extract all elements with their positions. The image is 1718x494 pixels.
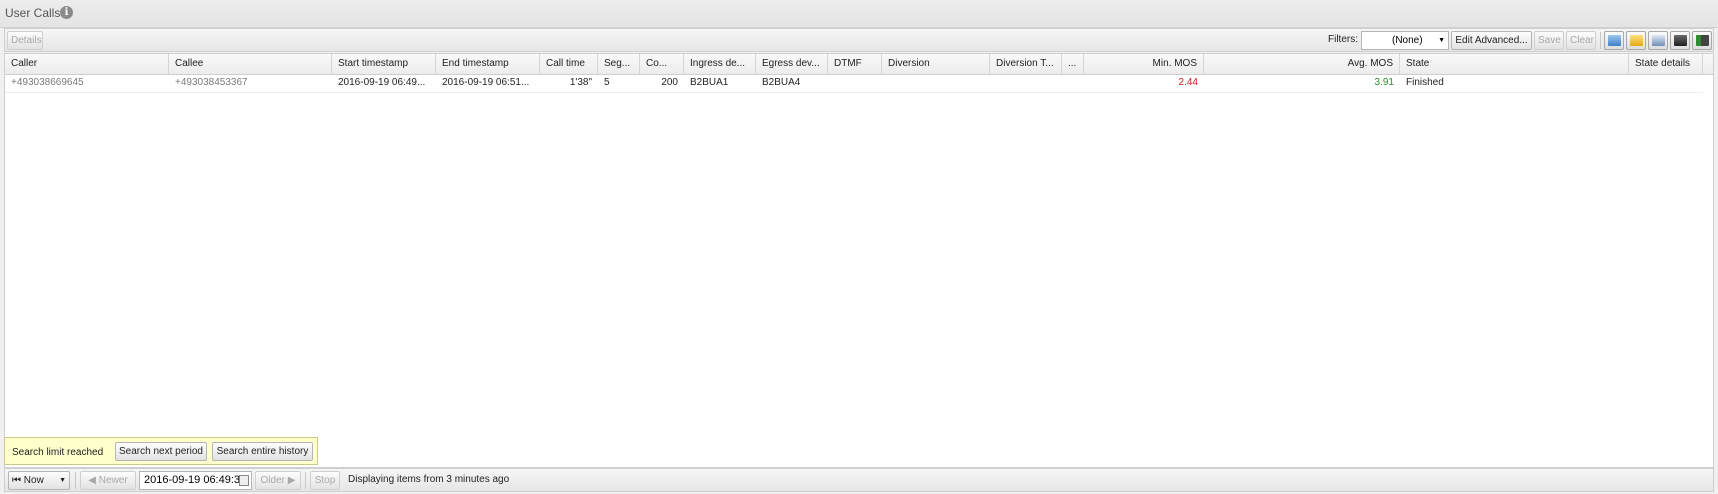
cell-extra [1062,74,1084,92]
grid-header: Caller Callee Start timestamp End timest… [5,54,1713,75]
paging-toolbar: ⏮ Now ▼ ◀ Newer 2016-09-19 06:49:30 Olde… [4,468,1714,492]
chevron-down-icon: ▼ [1438,37,1445,44]
panel-title: User Calls [5,6,61,20]
arrow-right-icon: ▶ [287,475,296,486]
filter-select-value: (None) [1392,35,1423,46]
toolbar-divider [1600,32,1601,49]
search-next-period-button[interactable]: Search next period [115,442,207,461]
open-folder-icon[interactable] [1626,31,1646,50]
panel-header: User Calls i [0,0,1718,28]
refresh-icon[interactable] [1604,31,1624,50]
cell-egress-device: B2BUA4 [762,77,801,88]
now-label: Now [23,475,44,486]
save-filter-button[interactable]: Save [1534,31,1564,50]
now-dropdown[interactable]: ⏮ Now ▼ [8,471,70,490]
first-page-icon: ⏮ [12,475,21,486]
column-header-egress-device[interactable]: Egress dev... [756,54,828,74]
cell-caller: +493038669645 [11,77,84,88]
column-header-callee[interactable]: Callee [169,54,332,74]
pager-divider [305,472,306,489]
cell-dtmf [828,74,882,92]
chevron-down-icon: ▼ [59,477,66,484]
arrow-left-icon: ◀ [88,475,96,486]
cell-state-details [1629,74,1703,92]
calls-grid: Caller Callee Start timestamp End timest… [4,53,1714,468]
column-header-state[interactable]: State [1400,54,1629,74]
edit-advanced-button[interactable]: Edit Advanced... [1451,31,1532,50]
export-icon[interactable] [1648,31,1668,50]
column-header-diversion-type[interactable]: Diversion T... [990,54,1062,74]
column-header-dtmf[interactable]: DTMF [828,54,882,74]
filter-select[interactable]: (None) ▼ [1361,31,1449,50]
column-header-avg-mos[interactable]: Avg. MOS [1204,54,1400,74]
search-entire-history-button[interactable]: Search entire history [212,442,313,461]
column-header-end-timestamp[interactable]: End timestamp [436,54,540,74]
save-disk-icon[interactable] [1670,31,1690,50]
search-limit-message: Search limit reached [12,447,104,458]
info-icon[interactable]: i [60,6,73,19]
older-button[interactable]: Older ▶ [255,471,301,490]
cell-ingress-device: B2BUA1 [690,77,729,88]
search-limit-notice: Search limit reached Search next period … [4,437,318,465]
filters-label: Filters: [1328,34,1358,45]
newer-label: Newer [98,475,128,486]
date-input-value: 2016-09-19 06:49:30 [144,474,247,486]
columns-icon[interactable] [1692,31,1712,50]
column-header-code[interactable]: Co... [640,54,684,74]
date-input[interactable]: 2016-09-19 06:49:30 [139,471,252,490]
cell-end-timestamp: 2016-09-19 06:51... [442,77,530,88]
column-header-call-time[interactable]: Call time [540,54,598,74]
column-header-segments[interactable]: Seg... [598,54,640,74]
toolbar: Details Filters: (None) ▼ Edit Advanced.… [4,28,1714,52]
column-header-caller[interactable]: Caller [5,54,169,74]
cell-diversion [882,74,990,92]
cell-call-time: 1'38" [569,77,592,88]
cell-min-mos: 2.44 [1178,77,1198,88]
column-header-diversion[interactable]: Diversion [882,54,990,74]
clear-filter-button[interactable]: Clear [1566,31,1596,50]
cell-code: 200 [661,77,678,88]
cell-start-timestamp: 2016-09-19 06:49... [338,77,426,88]
stop-button[interactable]: Stop [310,471,340,490]
cell-segments: 5 [604,77,610,88]
cell-avg-mos: 3.91 [1374,77,1394,88]
paging-status: Displaying items from 3 minutes ago [348,474,510,485]
column-header-ingress-device[interactable]: Ingress de... [684,54,756,74]
newer-button[interactable]: ◀ Newer [80,471,136,490]
column-header-extra[interactable]: ... [1062,54,1084,74]
column-header-state-details[interactable]: State details [1629,54,1703,74]
cell-state: Finished [1406,77,1444,88]
column-header-start-timestamp[interactable]: Start timestamp [332,54,436,74]
older-label: Older [260,475,285,486]
details-button[interactable]: Details [7,31,43,50]
pager-divider [75,472,76,489]
table-row[interactable]: +493038669645 +493038453367 2016-09-19 0… [5,74,1703,93]
column-header-min-mos[interactable]: Min. MOS [1084,54,1204,74]
cell-callee: +493038453367 [175,77,248,88]
calendar-icon[interactable] [239,475,249,486]
cell-diversion-type [990,74,1062,92]
